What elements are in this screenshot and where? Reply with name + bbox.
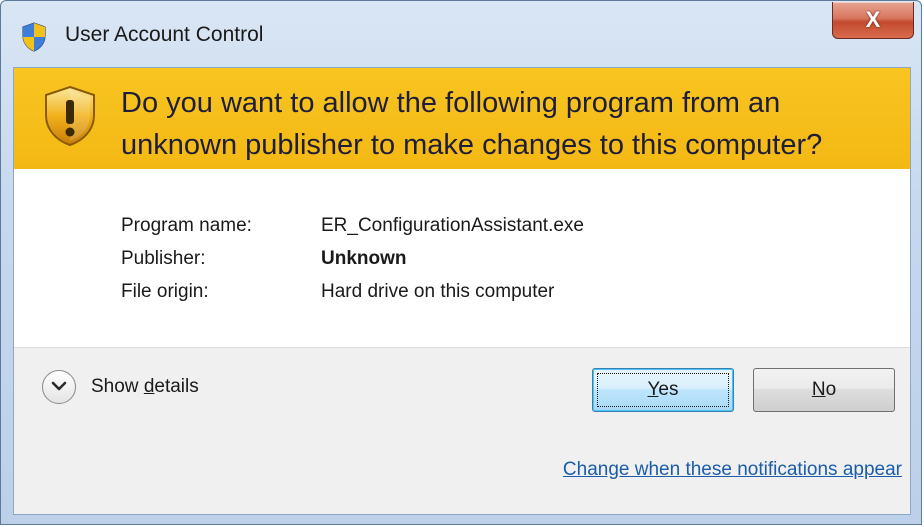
focus-rectangle [597,373,729,407]
info-row-publisher: Publisher: Unknown [121,248,584,281]
info-row-file-origin: File origin: Hard drive on this computer [121,281,584,314]
button-area: Show details Yes No [14,347,910,433]
program-name-label: Program name: [121,215,252,236]
close-icon: X [865,7,881,32]
footer: Change when these notifications appear [14,431,910,514]
file-origin-label: File origin: [121,281,209,302]
dialog-body: Do you want to allow the following progr… [13,67,911,515]
yes-button[interactable]: Yes [592,368,734,412]
banner-line-1: Do you want to allow the following progr… [121,87,781,119]
show-details-toggle[interactable]: Show details [42,370,199,404]
banner-question: Do you want to allow the following progr… [121,82,901,166]
title-bar[interactable]: User Account Control X [1,1,921,67]
uac-shield-icon [21,22,47,52]
banner-line-2: unknown publisher to make changes to thi… [121,129,823,161]
close-button[interactable]: X [832,2,914,39]
change-notifications-link[interactable]: Change when these notifications appear [563,459,902,481]
window-title: User Account Control [65,23,264,46]
file-origin-value: Hard drive on this computer [321,281,555,302]
chevron-down-icon[interactable] [42,370,76,404]
publisher-value: Unknown [321,248,407,269]
warning-shield-icon [43,85,97,147]
program-name-value: ER_ConfigurationAssistant.exe [321,215,584,236]
warning-banner: Do you want to allow the following progr… [14,68,910,169]
show-details-label[interactable]: Show details [91,376,199,398]
publisher-label: Publisher: [121,248,206,269]
uac-dialog: User Account Control X Do you want to al… [0,0,922,525]
program-info: Program name: ER_ConfigurationAssistant.… [121,215,584,314]
no-button-label: No [811,379,837,400]
info-row-program-name: Program name: ER_ConfigurationAssistant.… [121,215,584,248]
no-button[interactable]: No [753,368,895,412]
